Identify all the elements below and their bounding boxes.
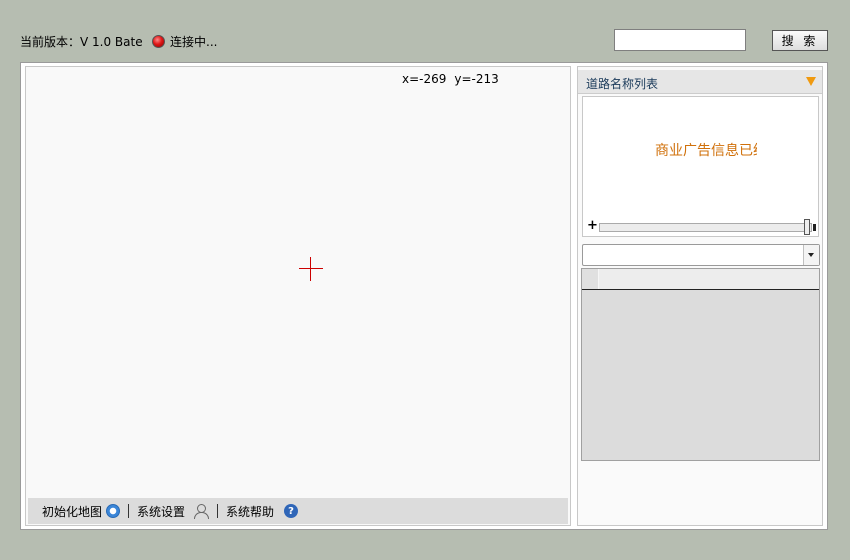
zoom-in-icon[interactable]: + [587, 219, 598, 232]
status-text: 连接中... [170, 35, 218, 49]
settings-label: 系统设置 [137, 504, 186, 519]
top-bar: 当前版本：V 1.0 Bate 连接中... 搜 索 [0, 0, 850, 62]
grid-header [582, 269, 819, 290]
slider-end-marker [813, 224, 816, 231]
ad-scroll-mask [757, 127, 818, 167]
help-icon: ? [284, 504, 299, 518]
coord-x: x=-269 [402, 72, 447, 86]
connection-status: 连接中... [152, 33, 217, 50]
coordinate-readout: x=-269 y=-213 [402, 72, 499, 86]
panel-title: 道路名称列表 [586, 77, 659, 91]
grid-header-cell [582, 269, 599, 289]
panel-header: 道路名称列表 [578, 70, 822, 94]
toolbar-divider [128, 504, 130, 518]
init-map-label: 初始化地图 [42, 504, 103, 519]
collapse-arrow-icon[interactable] [806, 77, 816, 86]
status-indicator-icon [152, 35, 165, 48]
refresh-icon [106, 504, 121, 518]
ad-slider-track[interactable] [599, 223, 812, 232]
search-button[interactable]: 搜 索 [772, 30, 828, 51]
road-select[interactable] [582, 244, 820, 266]
road-list-panel: 道路名称列表 商业广告信息已经 + [577, 66, 823, 526]
toolbar-divider [217, 504, 219, 518]
map-canvas[interactable]: x=-269 y=-213 初始化地图 系统设置 系统帮助 ? [25, 66, 571, 526]
version-label: 当前版本：V 1.0 Bate [20, 35, 143, 49]
search-input[interactable] [614, 29, 746, 51]
user-icon [193, 504, 210, 519]
ad-slider-thumb[interactable] [804, 219, 810, 235]
crosshair-icon [299, 257, 323, 281]
help-button[interactable]: 系统帮助 ? [226, 503, 299, 520]
help-label: 系统帮助 [226, 504, 275, 519]
init-map-button[interactable]: 初始化地图 [42, 503, 121, 520]
road-list-grid[interactable] [581, 268, 820, 461]
settings-button[interactable]: 系统设置 [137, 503, 210, 520]
dropdown-arrow-icon[interactable] [803, 245, 819, 265]
ad-banner: 商业广告信息已经 + [582, 96, 819, 237]
map-toolbar: 初始化地图 系统设置 系统帮助 ? [28, 498, 568, 524]
ad-text: 商业广告信息已经 [655, 143, 767, 159]
main-frame: x=-269 y=-213 初始化地图 系统设置 系统帮助 ? 道路名称列表 商… [20, 62, 828, 530]
coord-y: y=-213 [454, 72, 499, 86]
